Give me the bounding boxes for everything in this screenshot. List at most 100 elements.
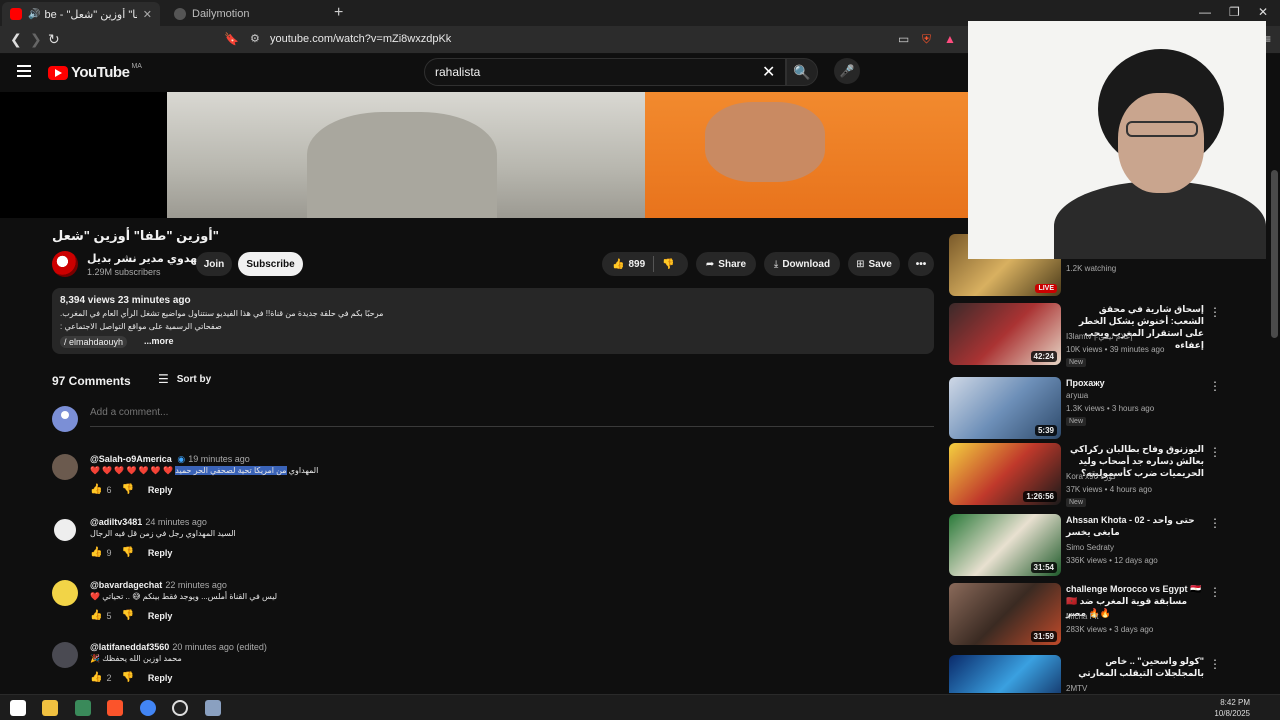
bookmark-icon[interactable]: 🔖 (224, 32, 239, 46)
reply-button[interactable]: Reply (148, 548, 173, 558)
save-button[interactable]: ⊞ Save (848, 252, 900, 276)
subscribe-button[interactable]: Subscribe (238, 252, 303, 276)
commenter-avatar[interactable] (52, 642, 78, 668)
channel-name[interactable]: 2MTV (1066, 684, 1087, 693)
more-options-icon[interactable]: ⋮ (1209, 379, 1221, 393)
channel-avatar[interactable] (52, 251, 78, 277)
social-handle-link[interactable]: / elmahdaouyh (60, 336, 128, 348)
file-explorer-icon[interactable] (42, 700, 58, 716)
more-options-icon[interactable]: ⋮ (1209, 445, 1221, 459)
minimize-icon[interactable]: — (1199, 5, 1211, 19)
video-title[interactable]: إسحاق شارية في محقق الشعب: أخنوش يشكل ال… (1066, 303, 1204, 351)
description-box[interactable]: 8,394 views 23 minutes ago مرحبًا بكم في… (52, 288, 934, 354)
tab-youtube[interactable]: 🔊 be - "أوزين "طفا" أوزين "شعل ✕ (2, 2, 160, 26)
reply-button[interactable]: Reply (148, 485, 173, 495)
channel-name[interactable]: Micha Fit (1066, 612, 1098, 621)
recommendation-item[interactable]: 5:39 Прохажу агуша 1.3K views • 3 hours … (949, 377, 1249, 441)
comment-author[interactable]: @Salah-o9America ◉ 19 minutes ago (90, 454, 250, 465)
dislike-icon[interactable]: 👎 (121, 547, 133, 558)
share-button[interactable]: ➦ Share (696, 252, 756, 276)
scrollbar-thumb[interactable] (1271, 170, 1278, 338)
cast-icon[interactable]: ▭ (898, 32, 909, 46)
recommendation-item[interactable]: 42:24 إسحاق شارية في محقق الشعب: أخنوش ي… (949, 303, 1249, 367)
dislike-icon[interactable]: 👎 (121, 672, 133, 683)
recommendation-item[interactable]: 31:59 challenge Morocco vs Egypt 🇪🇬 🇲🇦 م… (949, 583, 1249, 647)
video-player[interactable] (0, 92, 968, 218)
close-tab-icon[interactable]: ✕ (143, 8, 152, 21)
scrollbar-track[interactable] (1270, 54, 1280, 694)
chrome-icon[interactable] (140, 700, 156, 716)
windows-start-icon[interactable] (10, 700, 26, 716)
video-title[interactable]: Ahssan Khota - 02 - حتى واحد مابغى يخسر (1066, 514, 1204, 538)
like-icon[interactable]: 👍 (612, 259, 624, 270)
video-thumbnail[interactable]: 5:39 (949, 377, 1061, 439)
video-thumbnail[interactable] (949, 655, 1061, 693)
more-options-icon[interactable]: ⋮ (1209, 305, 1221, 319)
app-icon[interactable] (75, 700, 91, 716)
video-thumbnail[interactable]: 42:24 (949, 303, 1061, 365)
channel-name[interactable]: агуша (1066, 391, 1088, 400)
more-actions-button[interactable]: ••• (908, 252, 934, 276)
more-options-icon[interactable]: ⋮ (1209, 585, 1221, 599)
like-count[interactable]: 899 (628, 259, 645, 270)
recommendation-item[interactable]: 31:54 Ahssan Khota - 02 - حتى واحد مابغى… (949, 514, 1249, 578)
more-options-icon[interactable]: ⋮ (1209, 657, 1221, 671)
brave-browser-icon[interactable] (107, 700, 123, 716)
like-icon[interactable]: 👍 (90, 547, 102, 558)
selected-text: من امريكا تحية لصحفي الحر حميد (175, 466, 287, 475)
restore-icon[interactable]: ❐ (1229, 5, 1240, 19)
comment-author[interactable]: @adiltv3481 24 minutes ago (90, 517, 207, 527)
dislike-icon[interactable]: 👎 (662, 259, 674, 270)
site-settings-icon[interactable]: ⚙ (250, 32, 260, 45)
more-options-icon[interactable]: ⋮ (1209, 516, 1221, 530)
join-button[interactable]: Join (196, 252, 232, 276)
system-clock[interactable]: 8:42 PM 10/8/2025 (1210, 697, 1250, 719)
add-comment-input[interactable] (90, 407, 934, 418)
youtube-logo[interactable]: YouTube MA (48, 63, 142, 81)
recommendation-item[interactable]: 1:26:56 اليوزنوق وفاح بطالبان ركراكي بعا… (949, 443, 1249, 507)
back-icon[interactable]: ❮ (10, 31, 22, 48)
channel-name[interactable]: Kora x90 كورة (1066, 472, 1116, 481)
recommendation-item[interactable]: "كولو واسحين" .. خاص بالمجلجلات التيقلب … (949, 655, 1249, 693)
channel-name[interactable]: Simo Sedraty (1066, 543, 1114, 552)
comment-author[interactable]: @latifaneddaf3560 20 minutes ago (edited) (90, 642, 267, 652)
search-input[interactable] (435, 65, 735, 79)
commenter-avatar[interactable] (52, 580, 78, 606)
commenter-avatar[interactable] (52, 517, 78, 543)
voice-search-button[interactable]: 🎤 (834, 58, 860, 84)
like-icon[interactable]: 👍 (90, 610, 102, 621)
comment-actions: 👍 9 👎 Reply (90, 547, 172, 558)
clear-search-icon[interactable]: ✕ (762, 62, 775, 82)
video-title[interactable]: "كولو واسحين" .. خاص بالمجلجلات التيقلب … (1066, 655, 1204, 679)
video-thumbnail[interactable]: 31:59 (949, 583, 1061, 645)
new-tab-button[interactable]: + (334, 4, 343, 22)
search-button[interactable]: 🔍 (786, 58, 818, 86)
reload-icon[interactable]: ↻ (48, 31, 60, 48)
like-icon[interactable]: 👍 (90, 672, 102, 683)
sort-by-button[interactable]: ☰ Sort by (158, 372, 211, 386)
download-button[interactable]: ⤓ Download (764, 252, 840, 276)
speaker-icon[interactable]: 🔊 (28, 9, 40, 20)
url-field[interactable]: youtube.com/watch?v=mZi8wxzdpKk (270, 33, 451, 45)
close-window-icon[interactable]: ✕ (1258, 5, 1268, 19)
commenter-avatar[interactable] (52, 454, 78, 480)
reply-button[interactable]: Reply (148, 611, 173, 621)
tab-dailymotion[interactable]: Dailymotion (166, 2, 326, 26)
brave-shield-icon[interactable]: ⛨ (922, 32, 931, 47)
channel-name[interactable]: I3lamtv | إعلام تيفي (1066, 332, 1133, 341)
video-title[interactable]: Прохажу (1066, 377, 1204, 389)
reply-button[interactable]: Reply (148, 673, 173, 683)
comment-author[interactable]: @bavardagechat 22 minutes ago (90, 580, 227, 590)
rewards-icon[interactable]: ▲ (944, 32, 956, 46)
dislike-icon[interactable]: 👎 (121, 610, 133, 621)
video-thumbnail[interactable]: 31:54 (949, 514, 1061, 576)
forward-icon[interactable]: ❯ (30, 31, 42, 48)
show-more-link[interactable]: ...more (144, 336, 174, 346)
share-label: Share (718, 258, 747, 270)
app-icon[interactable] (205, 700, 221, 716)
hamburger-menu-icon[interactable] (17, 65, 31, 77)
dislike-icon[interactable]: 👎 (121, 484, 133, 495)
obs-icon[interactable] (172, 700, 188, 716)
video-thumbnail[interactable]: 1:26:56 (949, 443, 1061, 505)
like-icon[interactable]: 👍 (90, 484, 102, 495)
